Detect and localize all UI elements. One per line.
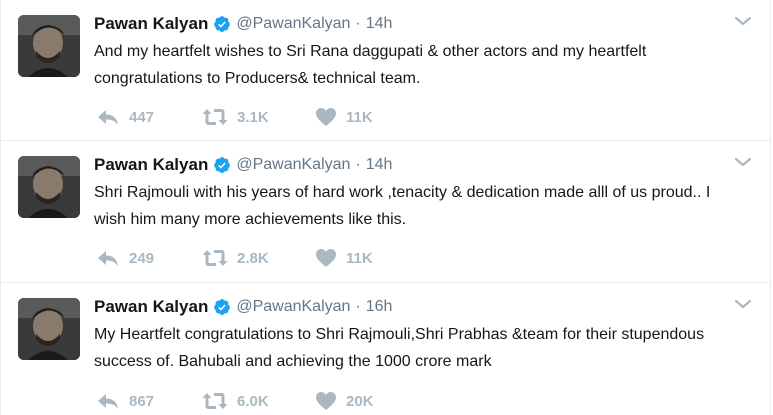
author-name[interactable]: Pawan Kalyan [94, 297, 208, 317]
author-name[interactable]: Pawan Kalyan [94, 155, 208, 175]
chevron-down-icon[interactable] [733, 297, 753, 311]
retweet-button[interactable]: 6.0K [202, 391, 315, 411]
reply-count: 867 [129, 392, 155, 410]
like-count: 11K [346, 108, 373, 126]
avatar[interactable] [18, 298, 80, 360]
verified-badge-icon [213, 156, 231, 174]
retweet-button[interactable]: 2.8K [202, 248, 315, 268]
tweet-header: Pawan Kalyan @PawanKalyan · 16h [94, 296, 392, 318]
tweet-card[interactable]: Pawan Kalyan @PawanKalyan · 16h My Heart… [1, 283, 770, 415]
tweet-text: My Heartfelt congratulations to Shri Raj… [94, 326, 705, 370]
author-handle[interactable]: @PawanKalyan [236, 298, 350, 316]
chevron-down-icon[interactable] [733, 14, 753, 28]
like-count: 11K [346, 249, 373, 267]
reply-icon [98, 394, 118, 409]
retweet-count: 3.1K [237, 108, 269, 126]
retweet-icon [202, 109, 228, 125]
author-handle[interactable]: @PawanKalyan [236, 156, 350, 174]
reply-count: 447 [129, 108, 155, 126]
tweet-timestamp[interactable]: 14h [366, 15, 393, 33]
reply-icon [98, 251, 118, 266]
reply-count: 249 [129, 249, 155, 267]
author-name[interactable]: Pawan Kalyan [94, 14, 208, 34]
heart-icon [316, 249, 336, 267]
tweet-text: Shri Rajmouli with his years of hard wor… [94, 184, 711, 228]
retweet-count: 2.8K [237, 249, 269, 267]
separator-dot: · [355, 156, 361, 173]
reply-icon [98, 110, 118, 125]
tweet-timestamp[interactable]: 16h [366, 298, 393, 316]
reply-button[interactable]: 867 [96, 391, 199, 411]
separator-dot: · [355, 15, 361, 32]
tweet-text: And my heartfelt wishes to Sri Rana dagg… [94, 43, 647, 87]
tweet-timeline: Pawan Kalyan @PawanKalyan · 14h And my h… [0, 0, 771, 415]
retweet-count: 6.0K [237, 392, 269, 410]
verified-badge-icon [213, 298, 231, 316]
reply-button[interactable]: 447 [96, 107, 199, 127]
tweet-header: Pawan Kalyan @PawanKalyan · 14h [94, 154, 392, 176]
heart-icon [316, 392, 336, 410]
like-button[interactable]: 11K [315, 248, 395, 268]
tweet-actions: 867 6.0K 20K [96, 390, 395, 412]
tweet-timestamp[interactable]: 14h [366, 156, 393, 174]
retweet-button[interactable]: 3.1K [202, 107, 315, 127]
retweet-icon [202, 250, 228, 266]
like-button[interactable]: 11K [315, 107, 395, 127]
author-handle[interactable]: @PawanKalyan [236, 15, 350, 33]
avatar[interactable] [18, 15, 80, 77]
tweet-card[interactable]: Pawan Kalyan @PawanKalyan · 14h Shri Raj… [1, 141, 770, 283]
separator-dot: · [355, 298, 361, 315]
tweet-actions: 249 2.8K 11K [96, 247, 395, 269]
chevron-down-icon[interactable] [733, 155, 753, 169]
tweet-card[interactable]: Pawan Kalyan @PawanKalyan · 14h And my h… [1, 0, 770, 141]
tweet-header: Pawan Kalyan @PawanKalyan · 14h [94, 13, 392, 35]
tweet-actions: 447 3.1K 11K [96, 106, 395, 128]
heart-icon [316, 108, 336, 126]
reply-button[interactable]: 249 [96, 248, 199, 268]
retweet-icon [202, 393, 228, 409]
verified-badge-icon [213, 15, 231, 33]
like-button[interactable]: 20K [315, 391, 395, 411]
avatar[interactable] [18, 156, 80, 218]
like-count: 20K [346, 392, 374, 410]
